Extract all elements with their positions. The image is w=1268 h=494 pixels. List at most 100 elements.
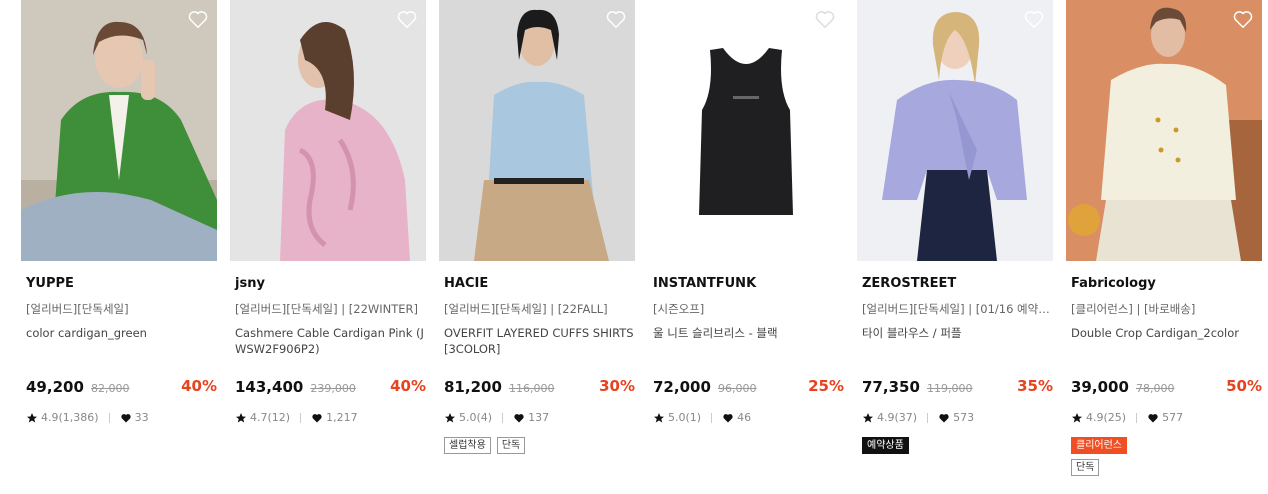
- product-card[interactable]: YUPPE [얼리버드][단독세일] color cardigan_green …: [21, 0, 217, 424]
- heart-filled-icon: [1148, 413, 1158, 422]
- product-name[interactable]: Double Crop Cardigan_2color: [1071, 325, 1263, 341]
- clearance-badge: 클리어런스: [1071, 437, 1127, 454]
- price-row: 49,200 82,000 40%: [26, 377, 217, 397]
- original-price: 78,000: [1135, 382, 1175, 395]
- wishlist-heart-icon[interactable]: [1023, 8, 1045, 30]
- product-image[interactable]: [230, 0, 426, 261]
- badge-group: 예약상품: [862, 437, 982, 454]
- discount-rate: 35%: [1017, 377, 1053, 395]
- product-image[interactable]: [21, 0, 217, 261]
- exclusive-badge: 단독: [1071, 459, 1100, 476]
- like-count: 33: [134, 411, 149, 424]
- heart-filled-icon: [312, 413, 322, 422]
- discount-rate: 50%: [1226, 377, 1262, 395]
- wishlist-heart-icon[interactable]: [396, 8, 418, 30]
- product-tags: [얼리버드][단독세일] | [22WINTER]: [235, 302, 419, 316]
- product-card[interactable]: jsny [얼리버드][단독세일] | [22WINTER] Cashmere …: [230, 0, 426, 424]
- celeb-badge: 셀럽착용: [444, 437, 491, 454]
- product-image[interactable]: [439, 0, 635, 261]
- discount-rate: 40%: [390, 377, 426, 395]
- original-price: 82,000: [90, 382, 130, 395]
- product-meta: 4.9(1,386) 33: [26, 411, 149, 424]
- product-card[interactable]: INSTANTFUNK [시즌오프] 울 니트 슬리브리스 - 블랙 72,00…: [648, 0, 844, 424]
- rating-value: 4.7(12): [250, 411, 291, 424]
- heart-filled-icon: [939, 413, 949, 422]
- product-meta: 5.0(1) 46: [653, 411, 751, 424]
- product-meta: 4.9(37) 573: [862, 411, 974, 424]
- wishlist-heart-icon[interactable]: [187, 8, 209, 30]
- rating-value: 4.9(37): [877, 411, 918, 424]
- reservation-badge: 예약상품: [862, 437, 909, 454]
- product-meta: 4.7(12) 1,217: [235, 411, 358, 424]
- price-row: 72,000 96,000 25%: [653, 377, 844, 397]
- discount-rate: 40%: [181, 377, 217, 395]
- star-icon: [27, 412, 37, 422]
- product-card[interactable]: HACIE [얼리버드][단독세일] | [22FALL] OVERFIT LA…: [439, 0, 635, 454]
- like-count: 573: [953, 411, 975, 424]
- product-tags: [시즌오프]: [653, 302, 705, 316]
- star-icon: [654, 412, 664, 422]
- like-count: 577: [1162, 411, 1184, 424]
- sale-price: 39,000: [1071, 378, 1129, 396]
- wishlist-heart-icon[interactable]: [605, 8, 627, 30]
- product-card[interactable]: Fabricology [클리어런스] | [바로배송] Double Crop…: [1066, 0, 1262, 476]
- wishlist-heart-icon[interactable]: [1232, 8, 1254, 30]
- exclusive-badge: 단독: [496, 437, 526, 454]
- sale-price: 143,400: [235, 378, 304, 396]
- price-row: 77,350 119,000 35%: [862, 377, 1053, 397]
- sale-price: 72,000: [653, 378, 711, 396]
- product-name[interactable]: 타이 블라우스 / 퍼플: [862, 325, 1054, 341]
- brand-name[interactable]: INSTANTFUNK: [653, 276, 756, 291]
- rating-value: 4.9(1,386): [41, 411, 99, 424]
- brand-name[interactable]: HACIE: [444, 276, 488, 291]
- brand-name[interactable]: Fabricology: [1071, 276, 1156, 291]
- product-name[interactable]: Cashmere Cable Cardigan Pink (JWSW2F906P…: [235, 325, 427, 357]
- product-image[interactable]: [1066, 0, 1262, 261]
- original-price: 96,000: [717, 382, 757, 395]
- product-tags: [얼리버드][단독세일]: [26, 302, 129, 316]
- divider: [1136, 412, 1138, 423]
- wishlist-heart-icon[interactable]: [814, 8, 836, 30]
- brand-name[interactable]: ZEROSTREET: [862, 276, 956, 291]
- rating-value: 5.0(1): [668, 411, 702, 424]
- product-meta: 4.9(25) 577: [1071, 411, 1183, 424]
- product-name[interactable]: color cardigan_green: [26, 325, 218, 341]
- price-row: 81,200 116,000 30%: [444, 377, 635, 397]
- rating-value: 5.0(4): [459, 411, 493, 424]
- divider: [300, 412, 302, 423]
- product-card[interactable]: ZEROSTREET [얼리버드][단독세일] | [01/16 예약배... …: [857, 0, 1053, 454]
- divider: [108, 412, 110, 423]
- like-count: 137: [528, 411, 550, 424]
- star-icon: [445, 412, 455, 422]
- badge-group: 클리어런스 단독: [1071, 437, 1191, 476]
- product-tags: [얼리버드][단독세일] | [22FALL]: [444, 302, 608, 316]
- sale-price: 49,200: [26, 378, 84, 396]
- price-row: 143,400 239,000 40%: [235, 377, 426, 397]
- original-price: 116,000: [508, 382, 555, 395]
- heart-filled-icon: [120, 413, 131, 422]
- like-count: 46: [737, 411, 752, 424]
- product-image[interactable]: [857, 0, 1053, 261]
- product-grid: YUPPE [얼리버드][단독세일] color cardigan_green …: [0, 0, 1268, 494]
- star-icon: [236, 412, 246, 422]
- divider: [927, 412, 929, 423]
- original-price: 239,000: [310, 382, 356, 395]
- brand-name[interactable]: YUPPE: [26, 276, 74, 291]
- product-name[interactable]: OVERFIT LAYERED CUFFS SHIRTS [3COLOR]: [444, 325, 636, 357]
- star-icon: [1072, 412, 1082, 422]
- heart-filled-icon: [514, 413, 524, 422]
- sale-price: 77,350: [862, 378, 920, 396]
- discount-rate: 30%: [599, 377, 635, 395]
- brand-name[interactable]: jsny: [235, 276, 265, 291]
- sale-price: 81,200: [444, 378, 502, 396]
- product-tags: [얼리버드][단독세일] | [01/16 예약배...: [862, 302, 1052, 316]
- product-tags: [클리어런스] | [바로배송]: [1071, 302, 1196, 316]
- product-name[interactable]: 울 니트 슬리브리스 - 블랙: [653, 325, 845, 341]
- badge-group: 셀럽착용 단독: [444, 437, 564, 454]
- price-row: 39,000 78,000 50%: [1071, 377, 1262, 397]
- heart-filled-icon: [723, 413, 733, 422]
- product-meta: 5.0(4) 137: [444, 411, 549, 424]
- original-price: 119,000: [926, 382, 973, 395]
- product-image[interactable]: [648, 0, 844, 261]
- divider: [502, 412, 504, 423]
